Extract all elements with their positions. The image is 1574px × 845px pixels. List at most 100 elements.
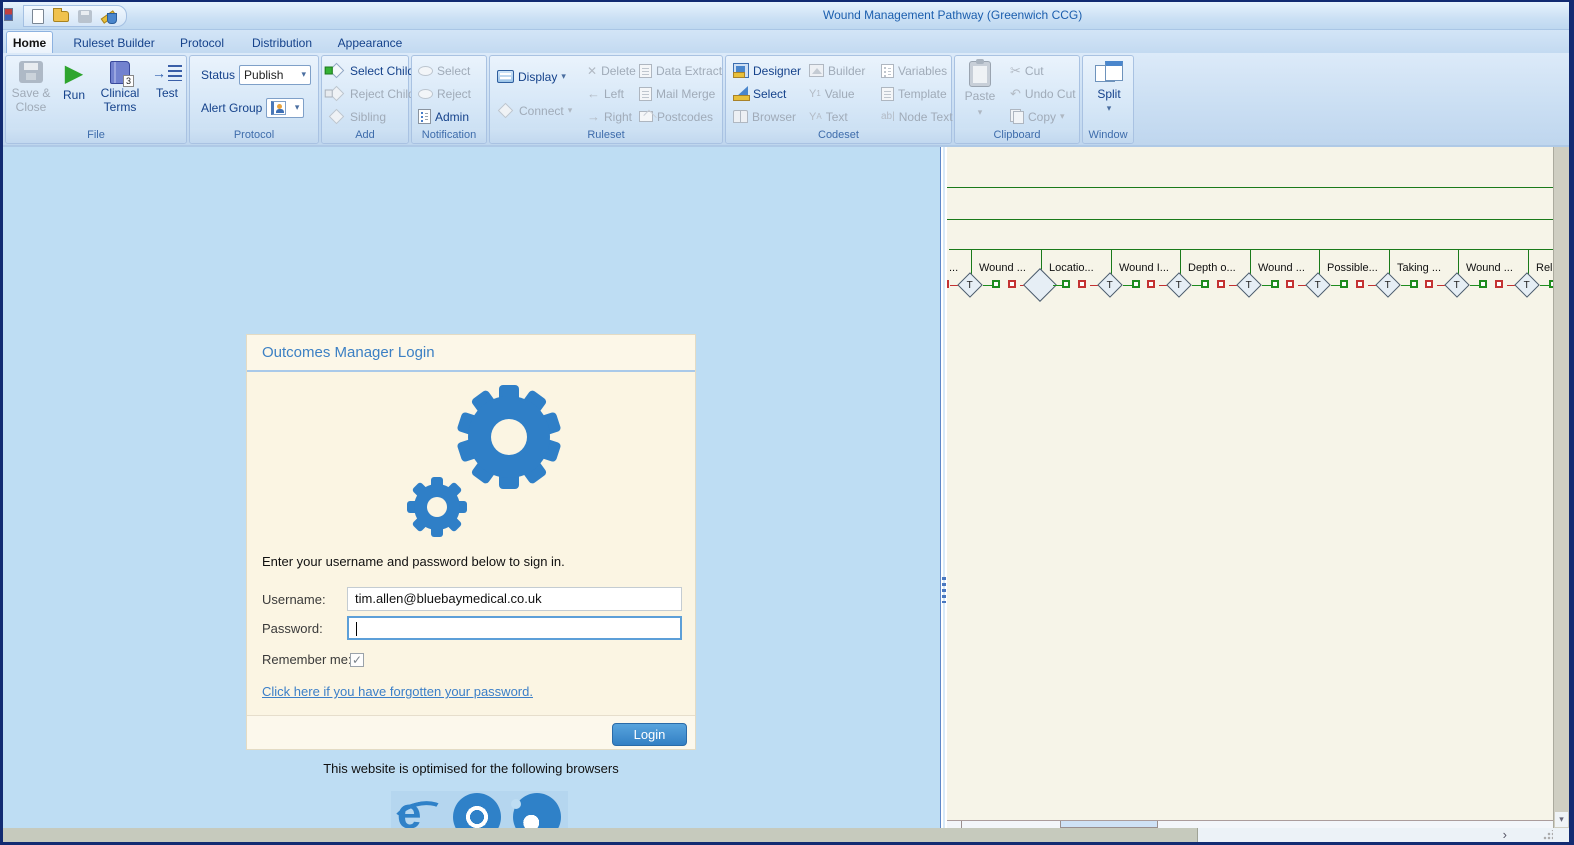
value-button[interactable]: Y1 Value <box>806 83 858 104</box>
tree-reject-square[interactable] <box>1008 280 1016 288</box>
tree-accept-square[interactable] <box>992 280 1000 288</box>
designer-button[interactable]: Designer <box>730 60 804 81</box>
run-button[interactable]: ▶ Run <box>56 61 92 102</box>
clinical-terms-button[interactable]: 3 Clinical Terms <box>94 61 146 114</box>
tree-diamond[interactable]: T <box>1444 272 1469 297</box>
forgot-password-link[interactable]: Click here if you have forgotten your pa… <box>262 684 533 699</box>
right-button[interactable]: → Right <box>584 106 635 127</box>
remember-me-checkbox[interactable]: ✓ <box>350 653 364 667</box>
splitter-grip[interactable] <box>942 577 946 603</box>
tree-accept-square[interactable] <box>1340 280 1348 288</box>
tab-appearance[interactable]: Appearance <box>333 33 407 53</box>
chevron-down-icon: ▾ <box>568 105 573 116</box>
notification-select-button[interactable]: Select <box>415 60 473 81</box>
tab-distribution[interactable]: Distribution <box>245 33 319 53</box>
select-child-button[interactable]: Select Child <box>325 60 417 81</box>
alert-group-picker[interactable]: ▾ <box>266 98 304 118</box>
wizard-icon[interactable] <box>101 9 117 24</box>
delete-button[interactable]: ✕ Delete <box>584 60 639 81</box>
pathway-horizontal-scrollbar[interactable] <box>947 820 1553 828</box>
tree-accept-square[interactable] <box>1062 280 1070 288</box>
tree-reject-square[interactable] <box>1495 280 1503 288</box>
diamond-child-icon <box>329 63 345 79</box>
group-caption-file: File <box>6 128 186 143</box>
pathway-hscroll-thumb[interactable] <box>1060 821 1158 828</box>
cut-button[interactable]: ✂ Cut <box>1007 60 1047 81</box>
chevron-down-icon: ▾ <box>295 102 300 113</box>
tab-protocol[interactable]: Protocol <box>173 33 231 53</box>
vertical-scrollbar[interactable]: ▾ <box>1553 147 1569 828</box>
tree-accept-square[interactable] <box>1132 280 1140 288</box>
tab-ruleset-builder[interactable]: Ruleset Builder <box>63 33 165 53</box>
text-button[interactable]: YA Text <box>806 106 851 127</box>
template-button[interactable]: Template <box>878 83 950 104</box>
main-horizontal-scrollbar[interactable]: › <box>3 828 1569 842</box>
split-button[interactable]: Split ▾ <box>1087 61 1131 115</box>
mail-merge-button[interactable]: Mail Merge <box>636 83 718 104</box>
open-folder-icon[interactable] <box>53 11 69 22</box>
username-input[interactable]: tim.allen@bluebaymedical.co.uk <box>347 587 682 611</box>
resize-grip[interactable] <box>1543 830 1553 840</box>
tree-reject-square[interactable] <box>1147 280 1155 288</box>
group-caption-codeset: Codeset <box>726 128 951 143</box>
tree-reject-square[interactable] <box>1078 280 1086 288</box>
data-extract-button[interactable]: Data Extract <box>636 60 725 81</box>
node-text-button[interactable]: ab| Node Text <box>878 106 956 127</box>
tree-diamond[interactable]: T <box>1097 272 1122 297</box>
sibling-button[interactable]: Sibling <box>325 106 389 127</box>
notification-admin-button[interactable]: Admin <box>415 106 472 127</box>
password-input[interactable] <box>347 616 682 640</box>
tree-diamond[interactable]: T <box>1305 272 1330 297</box>
postcodes-button[interactable]: Postcodes <box>636 106 716 127</box>
connect-button[interactable]: Connect ▾ <box>494 100 575 121</box>
scroll-down-arrow-icon[interactable]: ▾ <box>1555 812 1568 827</box>
password-label: Password: <box>262 621 323 636</box>
tree-accept-square[interactable] <box>1271 280 1279 288</box>
internet-explorer-icon: e <box>393 793 441 828</box>
split-window-icon <box>1095 61 1123 85</box>
tree-diamond[interactable]: T <box>1236 272 1261 297</box>
test-button[interactable]: → Test <box>148 61 186 100</box>
undo-cut-button[interactable]: ↶ Undo Cut <box>1007 83 1079 104</box>
tree-diamond[interactable]: T <box>1514 272 1539 297</box>
new-document-icon[interactable] <box>32 9 44 24</box>
left-button[interactable]: ← Left <box>584 83 627 104</box>
tree-diamond[interactable]: T <box>1375 272 1400 297</box>
tree-diamond[interactable]: T <box>957 272 982 297</box>
login-button[interactable]: Login <box>612 723 687 746</box>
hscroll-thumb[interactable] <box>3 828 1198 842</box>
alert-group-row: Alert Group ▾ <box>198 97 307 118</box>
save-icon[interactable] <box>78 10 92 23</box>
reject-child-button[interactable]: Reject Child <box>325 83 418 104</box>
display-button[interactable]: Display ▾ <box>494 66 569 87</box>
group-caption-window: Window <box>1083 128 1133 143</box>
pathway-canvas[interactable]: ... Wound ... T Locatio... Wound I... T … <box>947 147 1553 820</box>
builder-button[interactable]: Builder <box>806 60 868 81</box>
tree-reject-square[interactable] <box>1356 280 1364 288</box>
status-combobox[interactable]: Publish ▾ <box>239 65 311 85</box>
tree-accept-square[interactable] <box>1479 280 1487 288</box>
save-close-icon <box>19 61 43 83</box>
notification-reject-button[interactable]: Reject <box>415 83 474 104</box>
panel-splitter[interactable] <box>940 147 947 828</box>
tree-accept-square[interactable] <box>1410 280 1418 288</box>
scroll-right-arrow-icon[interactable]: › <box>1503 828 1507 841</box>
tree-reject-square[interactable] <box>1286 280 1294 288</box>
tree-diamond[interactable]: T <box>1166 272 1191 297</box>
variables-button[interactable]: Variables <box>878 60 950 81</box>
paste-button[interactable]: Paste ▾ <box>959 61 1001 119</box>
tab-home[interactable]: Home <box>6 31 53 54</box>
tree-reject-square[interactable] <box>947 280 949 288</box>
browser-button[interactable]: Browser <box>730 106 799 127</box>
tree-reject-square[interactable] <box>1425 280 1433 288</box>
data-extract-icon <box>639 64 652 78</box>
chevron-down-icon: ▾ <box>978 105 983 119</box>
save-close-button[interactable]: Save & Close <box>8 61 54 114</box>
app-icon[interactable] <box>4 8 13 21</box>
variables-icon <box>881 64 894 78</box>
tree-reject-square[interactable] <box>1217 280 1225 288</box>
codeset-select-button[interactable]: Select <box>730 83 789 104</box>
tree-accept-square[interactable] <box>1201 280 1209 288</box>
copy-button[interactable]: Copy ▾ <box>1007 106 1068 127</box>
ribbon: Save & Close ▶ Run 3 Clinical Terms → Te… <box>3 53 1569 147</box>
